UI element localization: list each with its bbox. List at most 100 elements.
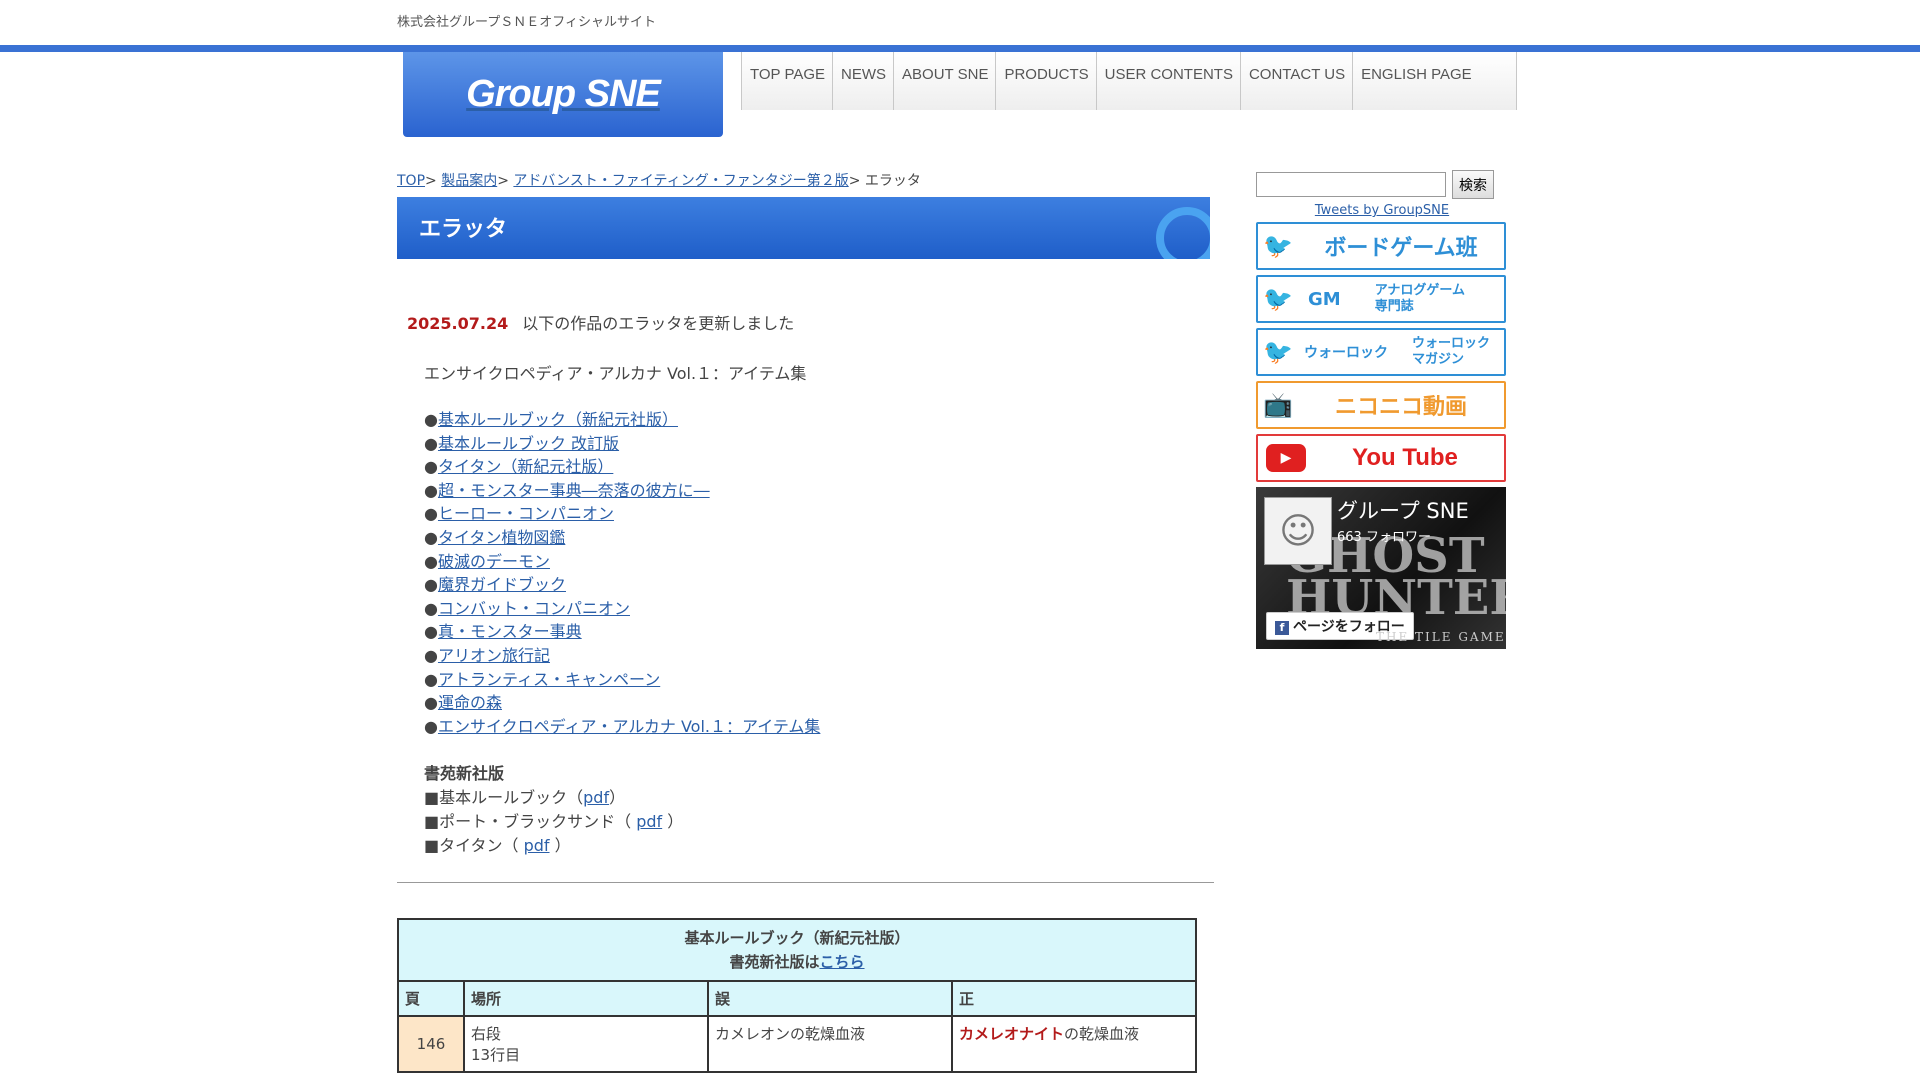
errata-link[interactable]: 真・モンスター事典 (438, 622, 582, 641)
search-button[interactable]: 検索 (1452, 170, 1494, 199)
pdf-link[interactable]: pdf (524, 836, 550, 855)
errata-link[interactable]: 超・モンスター事典―奈落の彼方に― (438, 481, 710, 500)
errata-link[interactable]: ヒーロー・コンパニオン (438, 504, 614, 523)
search-form: 検索 (1256, 170, 1508, 199)
nav-products[interactable]: PRODUCTS (996, 52, 1097, 110)
col-location: 場所 (463, 980, 709, 1017)
breadcrumb-sep: > (848, 173, 861, 189)
publisher-title: 書苑新社版 (424, 764, 505, 783)
logo-text: Group SNE (466, 73, 661, 115)
pdf-link[interactable]: pdf (636, 812, 662, 831)
twitter-warlock-banner[interactable]: 🐦 ウォーロック ウォーロック マガジン (1256, 328, 1506, 376)
errata-link[interactable]: 破滅のデーモン (438, 552, 550, 571)
errata-link[interactable]: アリオン旅行記 (438, 646, 550, 665)
caption-link[interactable]: こちら (820, 953, 865, 971)
nav-contact[interactable]: CONTACT US (1240, 52, 1354, 110)
nav-top-page[interactable]: TOP PAGE (742, 52, 834, 110)
avatar[interactable]: ☺ (1264, 497, 1332, 565)
list-item: エンサイクロペディア・アルカナ Vol.１：アイテム集 (424, 715, 820, 739)
breadcrumb-aff[interactable]: アドバンスト・ファイティング・ファンタジー第２版 (513, 173, 848, 189)
niconico-banner[interactable]: 📺 ニコニコ動画 (1256, 381, 1506, 429)
breadcrumb: TOP> 製品案内> アドバンスト・ファイティング・ファンタジー第２版> エラッ… (397, 170, 921, 190)
nav-news[interactable]: NEWS (833, 52, 895, 110)
pdf-item-label: タイタン（ (439, 836, 524, 855)
site-logo[interactable]: Group SNE (403, 52, 723, 137)
pdf-item-suffix: ） (549, 836, 571, 855)
update-line: 2025.07.24 以下の作品のエラッタを更新しました (407, 310, 794, 334)
errata-link[interactable]: タイタン（新紀元社版） (438, 457, 613, 476)
errata-table: 基本ルールブック（新紀元社版） 書苑新社版はこちら 頁 場所 誤 正 146 右… (397, 918, 1197, 1073)
col-correct: 正 (951, 980, 1197, 1017)
twitter-boardgame-banner[interactable]: 🐦 ボードゲーム班 (1256, 222, 1506, 270)
twitter-bird-icon: 🐦 (1263, 338, 1293, 366)
fb-followers: 663 フォロワー (1337, 530, 1431, 545)
cell-page: 146 (397, 1015, 465, 1073)
list-item: タイタン（新紀元社版） (424, 455, 820, 479)
list-item: 基本ルールブック（pdf） (424, 786, 683, 810)
banner-label: ニコニコ動画 (1334, 395, 1467, 420)
table-header-row: 頁 場所 誤 正 (397, 980, 1197, 1017)
update-date: 2025.07.24 (407, 314, 509, 333)
col-wrong: 誤 (707, 980, 953, 1017)
pdf-item-suffix: ） (609, 788, 626, 807)
list-item: アリオン旅行記 (424, 644, 820, 668)
pdf-item-label: ポート・ブラックサンド（ (439, 812, 637, 831)
list-item: 基本ルールブック 改訂版 (424, 432, 820, 456)
errata-link[interactable]: エンサイクロペディア・アルカナ Vol.１：アイテム集 (438, 717, 820, 736)
list-item: タイタン（ pdf ） (424, 834, 683, 858)
banner-label: You Tube (1352, 444, 1458, 471)
col-page: 頁 (397, 980, 465, 1017)
youtube-play-icon: ▶ (1266, 444, 1306, 472)
search-input[interactable] (1256, 172, 1446, 197)
list-item: 破滅のデーモン (424, 550, 820, 574)
errata-link[interactable]: 基本ルールブック（新紀元社版） (438, 410, 678, 429)
warlock-logo: ウォーロック (1304, 345, 1388, 361)
header-bar (0, 45, 1920, 52)
nav-user-contents[interactable]: USER CONTENTS (1096, 52, 1241, 110)
list-item: ヒーロー・コンパニオン (424, 502, 820, 526)
errata-link[interactable]: アトランティス・キャンペーン (438, 670, 660, 689)
twitter-gm-banner[interactable]: 🐦 GM アナログゲーム 専門誌 (1256, 275, 1506, 323)
twitter-bird-icon: 🐦 (1263, 232, 1293, 260)
errata-link-list: 基本ルールブック（新紀元社版） 基本ルールブック 改訂版 タイタン（新紀元社版）… (424, 408, 820, 738)
list-item: アトランティス・キャンペーン (424, 668, 820, 692)
fb-page-name[interactable]: グループ SNE (1337, 495, 1469, 525)
nav-english[interactable]: ENGLISH PAGE (1353, 52, 1518, 110)
page-header: エラッタ (397, 197, 1210, 259)
page-title: エラッタ (419, 217, 508, 242)
tv-icon: 📺 (1263, 391, 1293, 419)
twitter-bird-icon: 🐦 (1263, 285, 1293, 313)
list-item: ポート・ブラックサンド（ pdf ） (424, 810, 683, 834)
errata-link[interactable]: コンバット・コンパニオン (438, 599, 630, 618)
correct-rest: の乾燥血液 (1064, 1025, 1140, 1043)
breadcrumb-products[interactable]: 製品案内 (441, 173, 497, 189)
update-text: 以下の作品のエラッタを更新しました (522, 314, 795, 333)
update-subject: エンサイクロペディア・アルカナ Vol.１：アイテム集 (424, 364, 807, 383)
pdf-item-label: 基本ルールブック（ (439, 788, 584, 807)
section-divider (397, 882, 1214, 883)
tweets-link[interactable]: Tweets by GroupSNE (1256, 203, 1508, 218)
header-ring-decoration (1156, 207, 1210, 259)
errata-link[interactable]: 基本ルールブック 改訂版 (438, 434, 619, 453)
banner-label: ボードゲーム班 (1324, 236, 1478, 261)
cell-wrong: カメレオンの乾燥血液 (707, 1015, 953, 1073)
youtube-banner[interactable]: ▶ You Tube (1256, 434, 1506, 482)
correct-highlight: カメレオナイト (959, 1025, 1065, 1043)
table-caption-sub: 書苑新社版はこちら (729, 953, 865, 971)
list-item: コンバット・コンパニオン (424, 597, 820, 621)
location-line: 右段 (471, 1025, 502, 1043)
location-line: 13行目 (471, 1046, 521, 1064)
errata-link[interactable]: 運命の森 (438, 693, 502, 712)
table-row: 146 右段 13行目 カメレオンの乾燥血液 カメレオナイトの乾燥血液 (397, 1015, 1197, 1073)
sidebar: 検索 Tweets by GroupSNE 🐦 ボードゲーム班 🐦 GM アナロ… (1256, 170, 1508, 649)
breadcrumb-current: エラッタ (864, 173, 921, 189)
breadcrumb-sep: > (425, 173, 437, 189)
errata-link[interactable]: 魔界ガイドブック (438, 575, 566, 594)
breadcrumb-top[interactable]: TOP (397, 173, 425, 189)
errata-link[interactable]: タイタン植物図鑑 (438, 528, 565, 547)
breadcrumb-sep: > (497, 173, 509, 189)
pdf-link[interactable]: pdf (583, 788, 609, 807)
gm-logo: GM (1308, 288, 1341, 310)
site-caption: 株式会社グループＳＮＥオフィシャルサイト (397, 15, 656, 30)
nav-about[interactable]: ABOUT SNE (894, 52, 997, 110)
